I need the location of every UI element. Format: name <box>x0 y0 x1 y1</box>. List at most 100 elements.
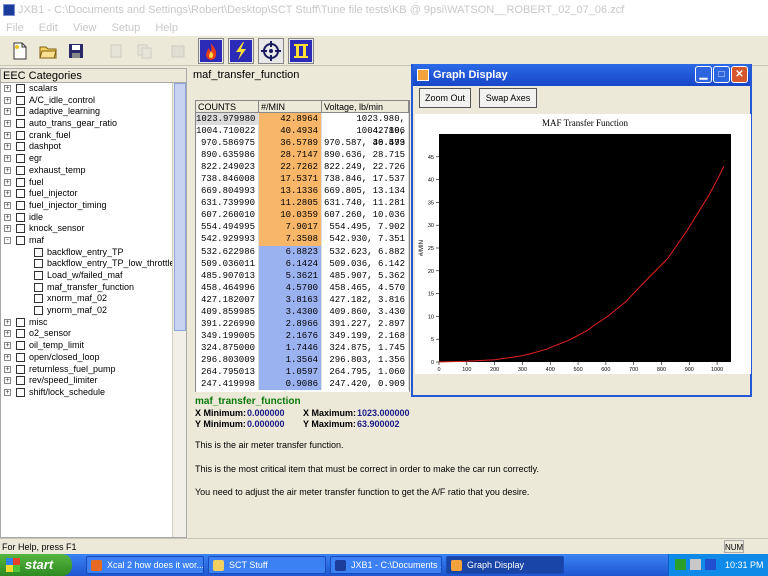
expand-icon[interactable]: + <box>4 330 11 338</box>
expand-icon[interactable]: + <box>4 225 11 233</box>
table-row[interactable]: 822.249023 22.7262 822.249, 22.726 <box>196 161 409 174</box>
tree-item[interactable]: + fuel <box>1 177 173 189</box>
tree-checkbox[interactable] <box>16 189 25 199</box>
maximize-button[interactable]: □ <box>713 66 730 83</box>
table-cell[interactable]: 264.795, 1.060 <box>322 365 409 379</box>
table-cell[interactable]: 296.803, 1.356 <box>322 353 409 366</box>
table-cell[interactable]: 409.859985 <box>196 305 259 318</box>
table-cell[interactable]: 40.4934 <box>259 125 322 138</box>
table-cell[interactable]: 738.846008 <box>196 173 259 186</box>
table-row[interactable]: 607.260010 10.0359 607.260, 10.036 <box>196 209 409 222</box>
expand-icon[interactable]: + <box>4 155 11 163</box>
tree-item[interactable]: + A/C_idle_control <box>1 95 173 107</box>
tree-checkbox[interactable] <box>34 282 43 292</box>
new-file-icon[interactable] <box>8 39 32 63</box>
table-cell[interactable]: 1.0597 <box>259 365 322 379</box>
task-graph-display[interactable]: Graph Display <box>446 556 564 574</box>
table-cell[interactable]: 970.587, 36.579 <box>322 137 409 150</box>
table-cell[interactable]: 2.8966 <box>259 317 322 330</box>
table-row[interactable]: 409.859985 3.4300 409.860, 3.430 <box>196 305 409 318</box>
table-cell[interactable]: 6.1424 <box>259 257 322 270</box>
tree-checkbox[interactable] <box>16 317 25 327</box>
tree-item[interactable]: + egr <box>1 153 173 165</box>
table-cell[interactable]: 409.860, 3.430 <box>322 305 409 318</box>
menu-help[interactable]: Help <box>155 22 178 34</box>
tray-speaker-icon[interactable] <box>690 559 701 570</box>
tree-item[interactable]: + idle <box>1 212 173 224</box>
tree-checkbox[interactable] <box>16 84 25 93</box>
table-row[interactable]: 532.622986 6.8823 532.623, 6.882 <box>196 245 409 258</box>
table-cell[interactable]: 247.419998 <box>196 378 259 391</box>
table-cell[interactable]: 2.1676 <box>259 329 322 342</box>
table-row[interactable]: 669.804993 13.1336 669.805, 13.134 <box>196 185 409 198</box>
expand-icon[interactable]: + <box>4 85 11 92</box>
expand-icon[interactable]: + <box>4 365 11 373</box>
tree-item[interactable]: maf_transfer_function <box>1 282 173 294</box>
table-cell[interactable]: 822.249, 22.726 <box>322 161 409 174</box>
table-cell[interactable]: 264.795013 <box>196 365 259 379</box>
tree-item[interactable]: + adaptive_learning <box>1 106 173 118</box>
pause-icon[interactable] <box>288 38 314 64</box>
tray-monitor-icon[interactable] <box>705 559 716 570</box>
tree-checkbox[interactable] <box>34 294 43 304</box>
copy-icon[interactable] <box>132 39 156 63</box>
expand-icon[interactable]: + <box>4 178 11 186</box>
tree-item[interactable]: + shift/lock_schedule <box>1 387 173 399</box>
tree-checkbox[interactable] <box>34 271 43 280</box>
table-cell[interactable]: 509.036011 <box>196 257 259 270</box>
table-row[interactable]: 509.036011 6.1424 509.036, 6.142 <box>196 257 409 270</box>
menu-setup[interactable]: Setup <box>112 22 141 34</box>
category-tree[interactable]: + scalars + A/C_idle_control + adaptive_learn… <box>1 83 173 537</box>
tree-item[interactable]: backflow_entry_TP <box>1 247 173 259</box>
table-row[interactable]: 247.419998 0.9086 247.420, 0.909 <box>196 378 409 391</box>
table-cell[interactable]: 7.3508 <box>259 233 322 246</box>
tree-item[interactable]: - maf <box>1 235 173 247</box>
tree-checkbox[interactable] <box>16 107 25 117</box>
tree-scrollbar-thumb[interactable] <box>174 83 186 331</box>
table-cell[interactable]: 22.7262 <box>259 161 322 174</box>
table-cell[interactable]: 1023.979980 <box>196 113 259 126</box>
task-jxb1[interactable]: JXB1 - C:\Documents ... <box>330 556 442 574</box>
table-cell[interactable]: 607.260, 10.036 <box>322 209 409 222</box>
tree-checkbox[interactable] <box>16 224 25 234</box>
tree-item[interactable]: + misc <box>1 317 173 329</box>
table-cell[interactable]: 542.930, 7.351 <box>322 233 409 246</box>
table-cell[interactable]: 349.199, 2.168 <box>322 329 409 342</box>
table-cell[interactable]: 509.036, 6.142 <box>322 257 409 270</box>
column-header-voltage[interactable]: Voltage, lb/min <box>322 101 409 112</box>
expand-icon[interactable]: + <box>4 108 11 116</box>
table-cell[interactable]: 11.2805 <box>259 197 322 210</box>
table-cell[interactable]: 3.8163 <box>259 293 322 306</box>
tree-item[interactable]: + fuel_injector_timing <box>1 200 173 212</box>
expand-icon[interactable]: + <box>4 353 11 361</box>
table-row[interactable]: 1004.710022 40.4934 1004.710, 40.493 <box>196 125 409 148</box>
open-folder-icon[interactable] <box>36 39 60 63</box>
table-cell[interactable]: 7.9017 <box>259 221 322 234</box>
tree-checkbox[interactable] <box>16 341 25 351</box>
graph-window-titlebar[interactable]: Graph Display ▁ □ ✕ <box>413 64 750 86</box>
table-row[interactable]: 296.803009 1.3564 296.803, 1.356 <box>196 353 409 366</box>
tree-item[interactable]: Load_w/failed_maf <box>1 270 173 282</box>
start-button[interactable]: start <box>0 554 72 576</box>
table-cell[interactable]: 28.7147 <box>259 149 322 162</box>
table-cell[interactable]: 485.907, 5.362 <box>322 269 409 282</box>
expand-icon[interactable]: + <box>4 213 11 221</box>
table-cell[interactable]: 427.182007 <box>196 293 259 306</box>
table-cell[interactable]: 17.5371 <box>259 173 322 186</box>
column-header-lbmin[interactable]: #/MIN <box>259 101 322 112</box>
table-cell[interactable]: 247.420, 0.909 <box>322 378 409 391</box>
cut-icon[interactable] <box>104 39 128 63</box>
table-cell[interactable]: 822.249023 <box>196 161 259 174</box>
table-cell[interactable]: 36.5789 <box>259 137 322 150</box>
table-cell[interactable]: 554.494995 <box>196 221 259 234</box>
tree-item[interactable]: + exhaust_temp <box>1 165 173 177</box>
tree-checkbox[interactable] <box>34 247 43 257</box>
expand-icon[interactable]: + <box>4 166 11 174</box>
table-cell[interactable]: 1.7446 <box>259 341 322 354</box>
tree-item[interactable]: xnorm_maf_02 <box>1 293 173 305</box>
swap-axes-button[interactable]: Swap Axes <box>479 88 537 108</box>
tree-scrollbar[interactable] <box>172 83 186 537</box>
table-cell[interactable]: 738.846, 17.537 <box>322 173 409 186</box>
tree-checkbox[interactable] <box>16 387 25 397</box>
tree-checkbox[interactable] <box>16 364 25 374</box>
